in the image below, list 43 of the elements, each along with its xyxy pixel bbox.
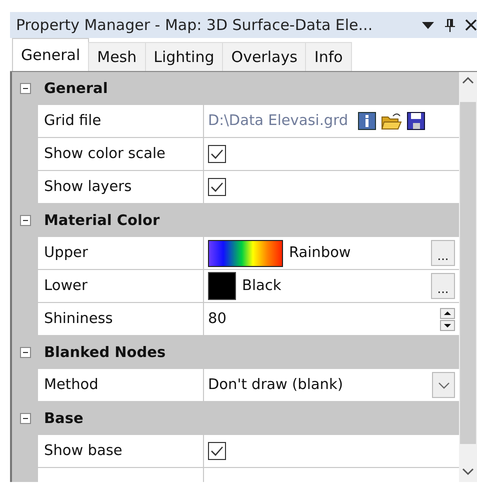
- tab[interactable]: Lighting: [144, 42, 224, 71]
- collapse-icon[interactable]: [20, 347, 30, 358]
- scroll-up-icon[interactable]: [462, 76, 474, 84]
- property-label[interactable]: Lower: [38, 270, 204, 303]
- close-icon[interactable]: [465, 19, 477, 31]
- folder-icon[interactable]: [381, 112, 402, 130]
- property-value: Don't draw (blank): [208, 377, 344, 393]
- scrollbar[interactable]: [459, 72, 477, 482]
- spin-up-icon[interactable]: [440, 308, 455, 318]
- section-title: Material Color: [43, 212, 160, 230]
- tab[interactable]: Overlays: [222, 42, 306, 71]
- tab[interactable]: Info: [305, 42, 352, 71]
- collapse-icon[interactable]: [20, 83, 30, 94]
- section-title: Base: [43, 410, 84, 428]
- property-value: D:\Data Elevasi.grd: [208, 113, 348, 129]
- dropdown-button[interactable]: [432, 372, 455, 398]
- tab[interactable]: Mesh: [88, 42, 146, 71]
- property-label[interactable]: Grid file: [38, 105, 204, 138]
- property-value: 80: [208, 311, 228, 327]
- property-label[interactable]: Show base: [38, 435, 204, 468]
- checkbox[interactable]: [208, 178, 226, 196]
- tab[interactable]: General: [12, 38, 90, 71]
- property-label[interactable]: Show color scale: [38, 138, 204, 171]
- property-label[interactable]: Upper: [38, 237, 204, 270]
- ellipsis-button[interactable]: ...: [431, 240, 455, 266]
- window-title: Property Manager - Map: 3D Surface-Data Ele...: [16, 16, 374, 34]
- collapse-icon[interactable]: [20, 215, 30, 226]
- info-icon[interactable]: [358, 112, 376, 130]
- section-title: General: [43, 80, 108, 98]
- checkbox[interactable]: [208, 442, 226, 460]
- pin-icon[interactable]: [444, 18, 456, 32]
- chevron-down-icon: [438, 382, 450, 388]
- ellipsis-button[interactable]: ...: [431, 273, 455, 299]
- spin-down-icon[interactable]: [440, 320, 455, 330]
- save-icon[interactable]: [407, 112, 426, 130]
- collapse-icon[interactable]: [20, 413, 30, 424]
- scroll-thumb[interactable]: [460, 102, 476, 444]
- section-title: Blanked Nodes: [43, 344, 166, 362]
- property-value: Rainbow: [289, 245, 352, 261]
- dropdown-icon[interactable]: [421, 20, 435, 30]
- checkbox[interactable]: [208, 145, 226, 163]
- scroll-down-icon[interactable]: [462, 468, 474, 476]
- property-value: Black: [242, 278, 282, 294]
